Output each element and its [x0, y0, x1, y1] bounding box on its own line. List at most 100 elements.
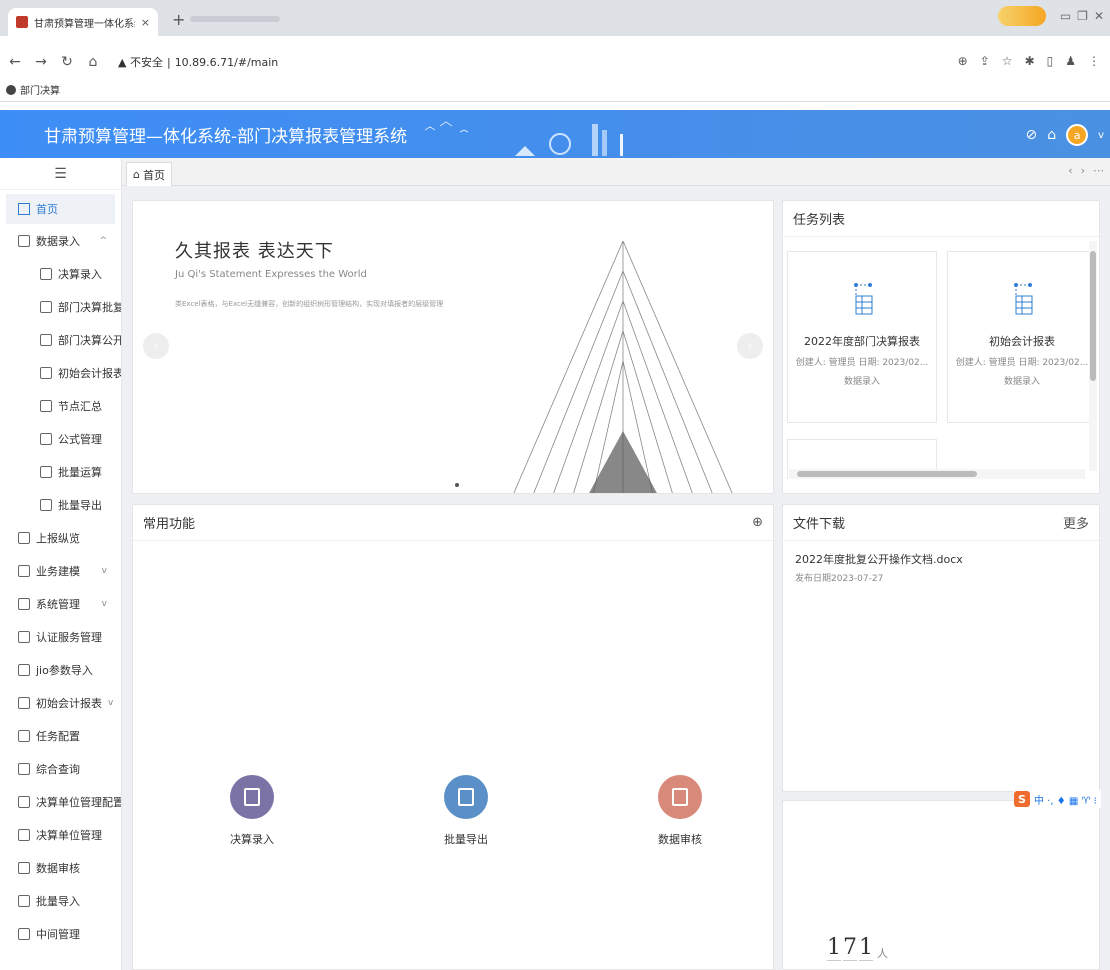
- sidebar-item[interactable]: 上报纵览: [0, 521, 121, 554]
- sidebar-item[interactable]: 节点汇总: [0, 389, 121, 422]
- user-avatar[interactable]: a: [1066, 124, 1089, 146]
- sidebar-item[interactable]: 批量导出: [0, 488, 121, 521]
- function-icon-circle[interactable]: [230, 775, 274, 819]
- minimize-icon[interactable]: ▭: [1060, 9, 1071, 23]
- back-icon[interactable]: ←: [8, 54, 22, 70]
- document-icon: [40, 366, 52, 379]
- task-list-panel: 任务列表 2022年度部门决算报表 创建人: 管理员 日期: 2023/02..…: [782, 200, 1100, 494]
- home-header-icon[interactable]: ⌂: [1047, 127, 1056, 143]
- document-icon: [18, 729, 30, 742]
- profile-icon[interactable]: ♟: [1065, 54, 1076, 68]
- home-icon[interactable]: ⌂: [86, 54, 100, 70]
- sidebar-item[interactable]: 公式管理: [0, 422, 121, 455]
- share-icon[interactable]: ⇪: [980, 54, 990, 68]
- sidebar-item[interactable]: 决算录入: [0, 257, 121, 290]
- sidebar-item[interactable]: 首页: [6, 194, 115, 224]
- sidebar-item[interactable]: 批量导入: [0, 884, 121, 917]
- sidebar: ☰ 首页 数据录入 ^ 决算录入 部门决算批复 部门决算公开 初始会计报表 节点汇总 公式管理批…: [0, 158, 122, 970]
- sidebar-item[interactable]: 数据录入 ^: [0, 224, 121, 257]
- sidebar-toggle-icon[interactable]: ▯: [1047, 54, 1054, 68]
- chevron-icon[interactable]: v: [102, 566, 107, 576]
- sidebar-item[interactable]: 系统管理 v: [0, 587, 121, 620]
- sidebar-item[interactable]: 决算单位管理配置: [0, 785, 121, 818]
- document-icon: [40, 465, 52, 478]
- reload-icon[interactable]: ↻: [60, 54, 74, 70]
- banner-description: 类Excel表格，与Excel无缝兼容，创新的组织树形管理结构，实现对填报者的层…: [175, 300, 444, 308]
- main-content: 久其报表 表达天下 Ju Qi's Statement Expresses th…: [122, 186, 1110, 970]
- sidebar-item-label: 任务配置: [36, 729, 80, 743]
- browser-tab[interactable]: 甘肃预算管理一体化系统-部门决 ×: [8, 8, 158, 36]
- document-icon: [18, 663, 30, 676]
- sidebar-item[interactable]: 综合查询: [0, 752, 121, 785]
- ime-toolbar[interactable]: S 中 ·, ♦ ▦ ♈ ⁝: [1014, 790, 1101, 808]
- task-card[interactable]: 初始会计报表 创建人: 管理员 日期: 2023/02... 数据录入: [947, 251, 1097, 423]
- function-shortcut[interactable]: 数据审核: [635, 775, 725, 847]
- hamburger-menu-icon[interactable]: ☰: [0, 158, 121, 190]
- function-shortcut[interactable]: 决算录入: [207, 775, 297, 847]
- sidebar-item[interactable]: 批量运算: [0, 455, 121, 488]
- profile-pill[interactable]: [997, 6, 1046, 26]
- tab-home[interactable]: ⌂ 首页: [126, 162, 172, 186]
- maximize-icon[interactable]: ❐: [1077, 9, 1088, 23]
- file-download-panel: 文件下载 更多 2022年度批复公开操作文档.docx 发布日期2023-07-…: [782, 504, 1100, 792]
- ime-status-text[interactable]: 中 ·, ♦ ▦ ♈ ⁝: [1034, 792, 1097, 807]
- url-field[interactable]: ▲ 不安全 | 10.89.6.71/#/main: [118, 54, 278, 70]
- chevron-icon[interactable]: v: [108, 698, 113, 708]
- download-file-name[interactable]: 2022年度批复公开操作文档.docx: [795, 551, 1087, 567]
- header-actions: ⊘ ⌂ a v: [1025, 124, 1104, 146]
- carousel-next-button[interactable]: ›: [737, 333, 763, 359]
- extension-icon[interactable]: ✱: [1025, 54, 1035, 68]
- help-icon[interactable]: ⊘: [1025, 127, 1037, 143]
- forward-icon[interactable]: →: [34, 54, 48, 70]
- chevron-down-icon[interactable]: v: [1098, 130, 1104, 141]
- add-function-button[interactable]: ⊕: [752, 515, 763, 530]
- sidebar-item[interactable]: 数据审核: [0, 851, 121, 884]
- tab-close-icon[interactable]: ×: [141, 16, 150, 29]
- ime-logo-icon[interactable]: S: [1014, 791, 1030, 807]
- sidebar-item[interactable]: 部门决算批复: [0, 290, 121, 323]
- more-link[interactable]: 更多: [1063, 513, 1089, 532]
- function-label: 数据审核: [658, 833, 702, 846]
- menu-icon[interactable]: ⋮: [1088, 54, 1100, 68]
- sidebar-item[interactable]: 认证服务管理: [0, 620, 121, 653]
- download-item[interactable]: 2022年度批复公开操作文档.docx 发布日期2023-07-27: [783, 541, 1099, 584]
- bookmarks-bar: 部门决算: [0, 78, 1110, 102]
- close-window-icon[interactable]: ✕: [1094, 9, 1104, 23]
- function-icon-circle[interactable]: [658, 775, 702, 819]
- scrollbar-thumb[interactable]: [797, 471, 977, 477]
- function-shortcut[interactable]: 批量导出: [421, 775, 511, 847]
- carousel-indicator[interactable]: [455, 483, 459, 487]
- blurred-tab[interactable]: [190, 16, 280, 22]
- visitor-counter: 1 7 1 人: [827, 935, 888, 961]
- sidebar-item[interactable]: 决算单位管理: [0, 818, 121, 851]
- function-label: 批量导出: [444, 833, 488, 846]
- scroll-left-icon[interactable]: ‹: [1068, 164, 1072, 177]
- bookmark-item[interactable]: 部门决算: [20, 82, 60, 97]
- bookmark-star-icon[interactable]: ☆: [1002, 54, 1013, 68]
- function-icon-circle[interactable]: [444, 775, 488, 819]
- sidebar-item[interactable]: jio参数导入: [0, 653, 121, 686]
- task-status: 数据录入: [843, 377, 880, 387]
- scroll-right-icon[interactable]: ›: [1081, 164, 1085, 177]
- task-card[interactable]: 2022年度部门决算报表 创建人: 管理员 日期: 2023/02... 数据录…: [787, 251, 937, 423]
- sidebar-item[interactable]: 部门决算公开: [0, 323, 121, 356]
- security-warning[interactable]: ▲ 不安全: [118, 54, 163, 70]
- sidebar-item[interactable]: 初始会计报表 v: [0, 686, 121, 719]
- scrollbar-thumb[interactable]: [1090, 251, 1096, 381]
- new-tab-button[interactable]: +: [172, 10, 185, 29]
- sidebar-item[interactable]: 初始会计报表: [0, 356, 121, 389]
- sidebar-item-label: 综合查询: [36, 762, 80, 776]
- zoom-icon[interactable]: ⊕: [958, 54, 968, 68]
- more-tabs-icon[interactable]: ⋯: [1093, 164, 1104, 177]
- carousel-prev-button[interactable]: ‹: [143, 333, 169, 359]
- sidebar-item[interactable]: 业务建模 v: [0, 554, 121, 587]
- task-list-title: 任务列表: [793, 213, 846, 228]
- sidebar-item-label: jio参数导入: [36, 663, 93, 677]
- sidebar-item[interactable]: 中间管理: [0, 917, 121, 950]
- task-list-horizontal-scrollbar[interactable]: [789, 469, 1085, 479]
- sidebar-item[interactable]: 任务配置: [0, 719, 121, 752]
- chevron-icon[interactable]: ^: [99, 236, 107, 246]
- chevron-icon[interactable]: v: [102, 599, 107, 609]
- task-list-vertical-scrollbar[interactable]: [1089, 241, 1097, 471]
- task-list-header: 任务列表: [783, 201, 1099, 237]
